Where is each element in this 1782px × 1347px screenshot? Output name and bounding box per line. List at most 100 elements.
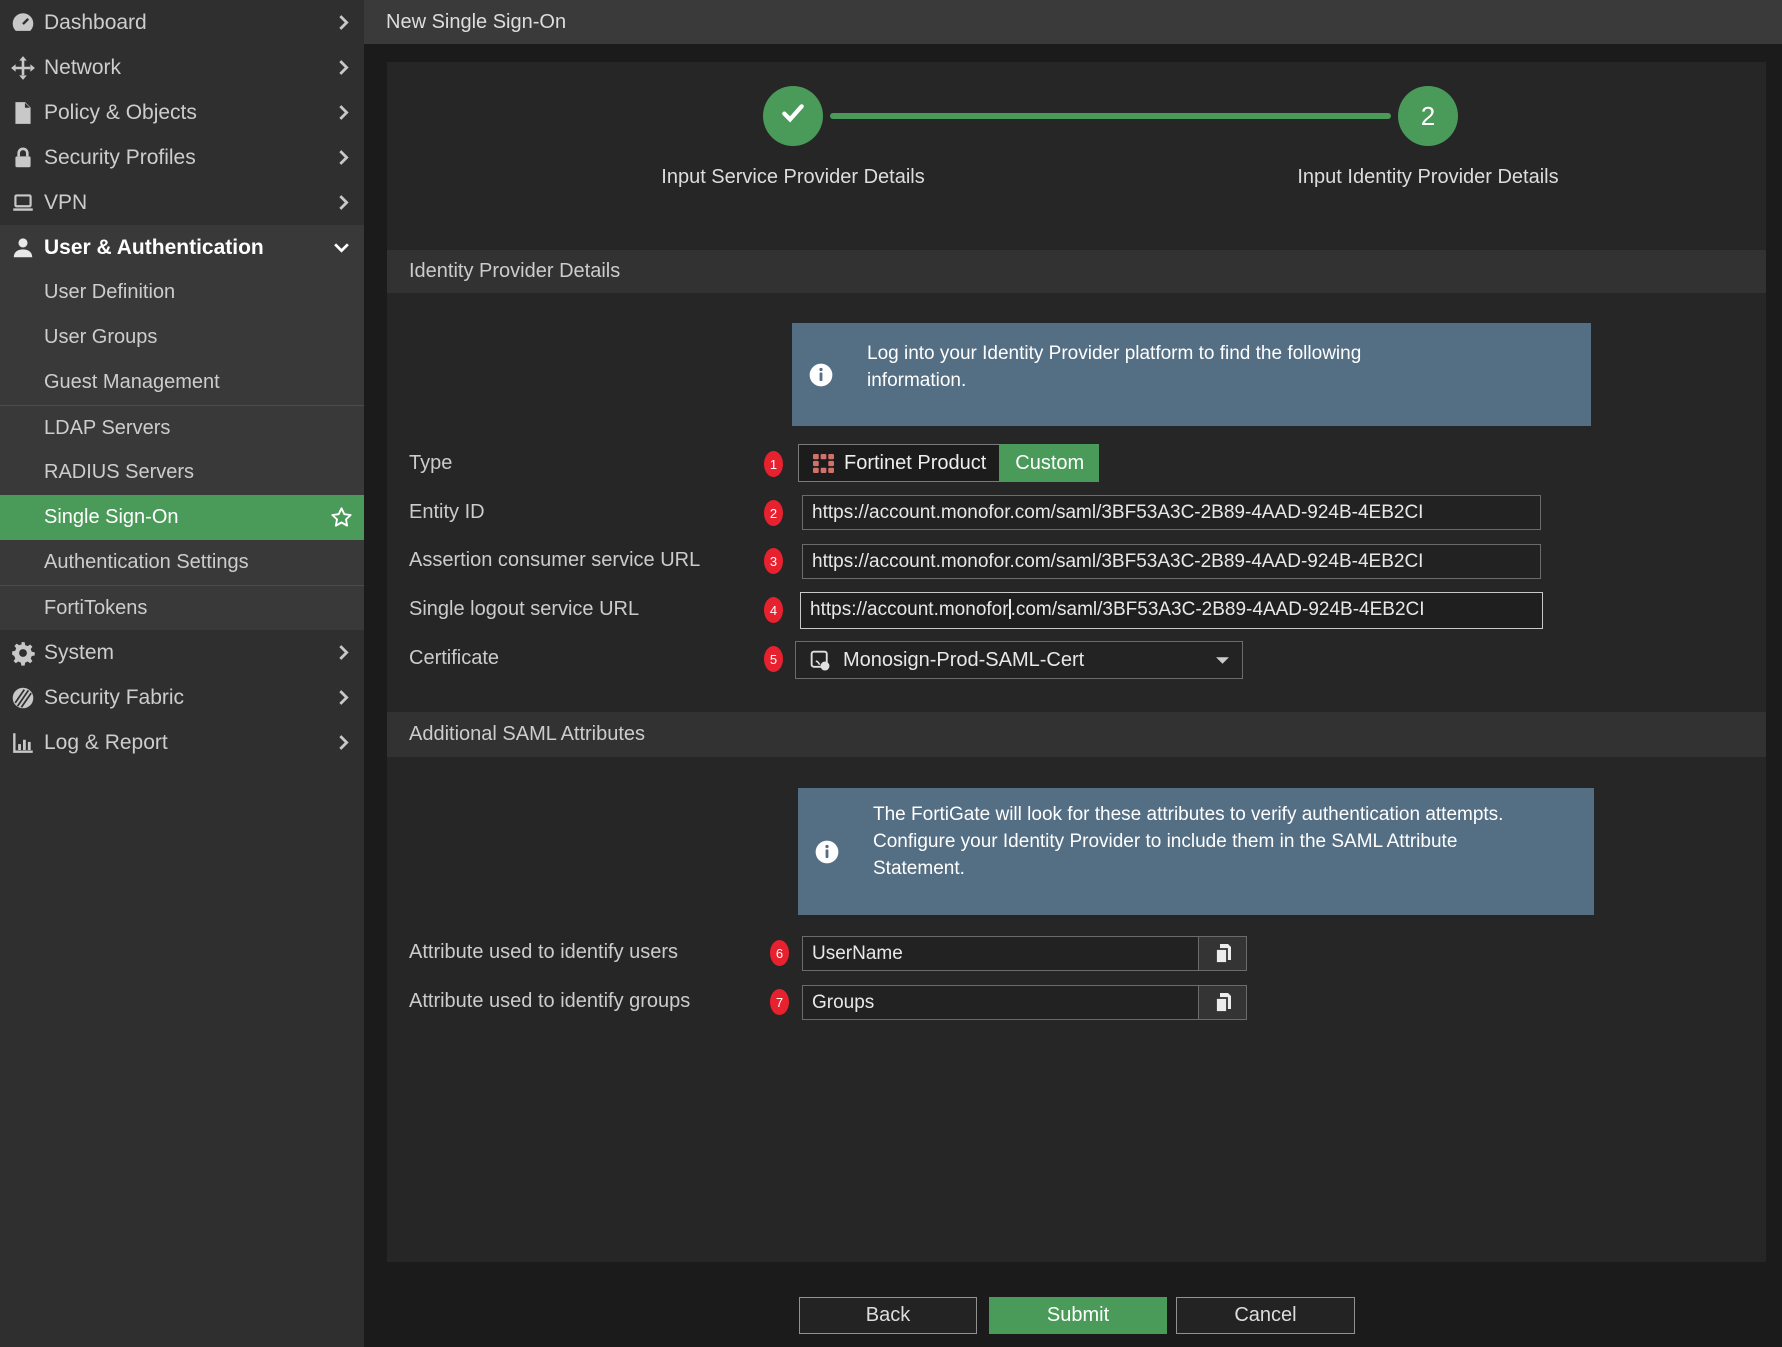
info-text: The FortiGate will look for these attrib…	[873, 801, 1518, 882]
move-arrows-icon	[9, 55, 37, 81]
sidebar-item-user-authentication[interactable]: User & Authentication	[0, 225, 364, 270]
sidebar-expanded-section: User & Authentication User Definition Us…	[0, 225, 364, 630]
chevron-right-icon	[337, 644, 350, 661]
info-box-idp: Log into your Identity Provider platform…	[792, 323, 1591, 426]
custom-label: Custom	[1015, 452, 1084, 475]
sidebar-item-authentication-settings[interactable]: Authentication Settings	[0, 540, 364, 585]
attr-groups-input[interactable]	[802, 985, 1199, 1020]
person-icon	[9, 235, 37, 261]
step-1-circle[interactable]	[763, 86, 823, 146]
field-label-certificate: Certificate	[409, 647, 499, 670]
sidebar-item-log-report[interactable]: Log & Report	[0, 720, 364, 765]
sidebar-item-ldap-servers[interactable]: LDAP Servers	[0, 405, 364, 450]
submit-button-label: Submit	[1047, 1304, 1109, 1327]
back-button-label: Back	[866, 1304, 910, 1327]
sidebar-item-label: System	[44, 641, 114, 665]
certificate-dropdown[interactable]: Monosign-Prod-SAML-Cert	[795, 641, 1243, 679]
field-label-entity-id: Entity ID	[409, 501, 485, 524]
sidebar-item-label: Security Profiles	[44, 146, 196, 170]
chevron-right-icon	[337, 194, 350, 211]
sidebar-item-single-sign-on[interactable]: Single Sign-On	[0, 495, 364, 540]
badge-3: 3	[764, 548, 783, 574]
certificate-value: Monosign-Prod-SAML-Cert	[843, 649, 1215, 672]
step-2-number: 2	[1421, 101, 1435, 132]
acs-url-input[interactable]	[802, 544, 1541, 579]
entity-id-input[interactable]	[802, 495, 1541, 530]
info-icon	[808, 362, 834, 388]
sidebar-item-label: FortiTokens	[44, 597, 147, 620]
copy-attr-users-button[interactable]	[1199, 936, 1247, 971]
sidebar-item-label: Security Fabric	[44, 686, 184, 710]
info-text: Log into your Identity Provider platform…	[867, 340, 1427, 394]
document-icon	[9, 100, 37, 126]
main-panel: 2 Input Service Provider Details Input I…	[387, 62, 1766, 1262]
fortinet-product-label: Fortinet Product	[844, 452, 986, 475]
sidebar-item-label: Guest Management	[44, 371, 220, 394]
sidebar-item-fortitokens[interactable]: FortiTokens	[0, 585, 364, 630]
sidebar-item-policy-objects[interactable]: Policy & Objects	[0, 90, 364, 135]
badge-2: 2	[764, 500, 783, 526]
sidebar-item-label: Authentication Settings	[44, 551, 249, 574]
attr-users-input[interactable]	[802, 936, 1199, 971]
sidebar-item-system[interactable]: System	[0, 630, 364, 675]
sidebar-item-label: User Groups	[44, 326, 157, 349]
sidebar-item-security-fabric[interactable]: Security Fabric	[0, 675, 364, 720]
lock-icon	[9, 145, 37, 171]
field-label-attr-users: Attribute used to identify users	[409, 941, 678, 964]
sidebar-item-radius-servers[interactable]: RADIUS Servers	[0, 450, 364, 495]
laptop-icon	[9, 190, 37, 216]
slo-url-text-after-caret: .com/saml/3BF53A3C-2B89-4AAD-924B-4EB2CI	[1011, 599, 1425, 620]
slo-url-text-before-caret: https://account.monofor	[810, 599, 1009, 620]
sidebar-item-label: User & Authentication	[44, 236, 264, 260]
chevron-right-icon	[337, 104, 350, 121]
sidebar-item-label: Policy & Objects	[44, 101, 197, 125]
sidebar-item-dashboard[interactable]: Dashboard	[0, 0, 364, 45]
certificate-icon	[808, 648, 833, 673]
section-identity-provider-details: Identity Provider Details	[387, 250, 1766, 293]
badge-6: 6	[770, 940, 789, 966]
sidebar-item-user-definition[interactable]: User Definition	[0, 270, 364, 315]
caret-down-icon	[1215, 656, 1230, 665]
submit-button[interactable]: Submit	[989, 1297, 1167, 1334]
section-title: Identity Provider Details	[409, 260, 620, 283]
cancel-button-label: Cancel	[1234, 1304, 1296, 1327]
section-additional-saml-attributes: Additional SAML Attributes	[387, 712, 1766, 757]
sidebar-item-label: VPN	[44, 191, 87, 215]
sidebar-item-label: User Definition	[44, 281, 175, 304]
gear-icon	[9, 640, 37, 666]
check-icon	[777, 97, 809, 136]
chevron-right-icon	[337, 149, 350, 166]
gauge-icon	[9, 10, 37, 36]
info-icon	[814, 839, 840, 865]
field-label-type: Type	[409, 452, 452, 475]
star-icon[interactable]	[329, 505, 354, 530]
sidebar-item-vpn[interactable]: VPN	[0, 180, 364, 225]
sidebar-item-user-groups[interactable]: User Groups	[0, 315, 364, 360]
step-1-label: Input Service Provider Details	[543, 166, 1043, 189]
step-connector-line	[830, 113, 1391, 119]
badge-7: 7	[770, 989, 789, 1015]
chevron-down-icon	[333, 241, 350, 254]
sidebar-item-network[interactable]: Network	[0, 45, 364, 90]
back-button[interactable]: Back	[799, 1297, 977, 1334]
fabric-globe-icon	[9, 685, 37, 711]
type-segmented-control: Fortinet Product Custom	[798, 444, 1099, 482]
sidebar-item-guest-management[interactable]: Guest Management	[0, 360, 364, 405]
sidebar-item-label: LDAP Servers	[44, 417, 170, 440]
sidebar-item-label: RADIUS Servers	[44, 461, 194, 484]
info-box-saml: The FortiGate will look for these attrib…	[798, 788, 1594, 915]
slo-url-input[interactable]: https://account.monofor.com/saml/3BF53A3…	[800, 592, 1543, 629]
sidebar-item-label: Dashboard	[44, 11, 147, 35]
badge-5: 5	[764, 646, 783, 672]
cancel-button[interactable]: Cancel	[1176, 1297, 1355, 1334]
step-2-label: Input Identity Provider Details	[1178, 166, 1678, 189]
chevron-right-icon	[337, 14, 350, 31]
fortinet-product-button[interactable]: Fortinet Product	[798, 444, 1000, 482]
copy-attr-groups-button[interactable]	[1199, 985, 1247, 1020]
field-label-acs-url: Assertion consumer service URL	[409, 549, 700, 572]
sidebar-item-security-profiles[interactable]: Security Profiles	[0, 135, 364, 180]
sidebar-item-label: Network	[44, 56, 121, 80]
fortinet-logo-icon	[812, 453, 835, 474]
custom-button[interactable]: Custom	[1000, 444, 1099, 482]
field-label-attr-groups: Attribute used to identify groups	[409, 990, 690, 1013]
